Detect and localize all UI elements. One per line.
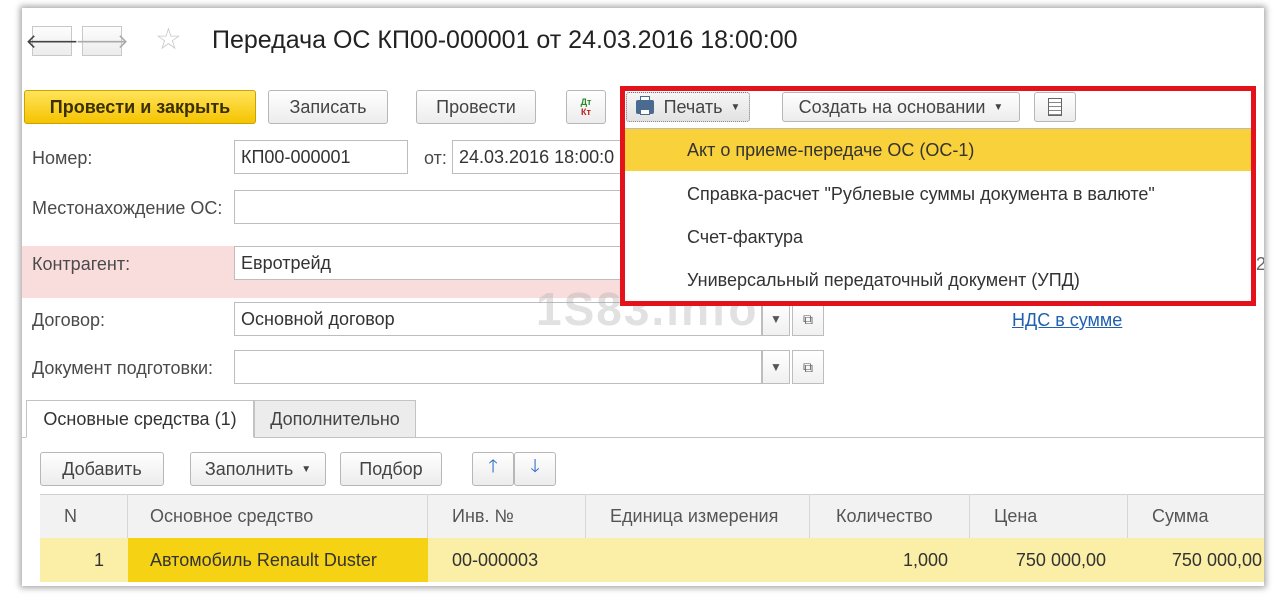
counterparty-field[interactable]: Евротрейд bbox=[234, 246, 634, 280]
number-field[interactable]: КП00-000001 bbox=[234, 140, 408, 174]
prep-doc-dropdown-button[interactable]: ▼ bbox=[762, 350, 790, 384]
row-price[interactable]: 750 000,00 bbox=[970, 538, 1128, 582]
open-form-icon: ⧉ bbox=[803, 358, 813, 375]
date-label: от: bbox=[424, 148, 447, 168]
arrow-up-icon: 🡑 bbox=[488, 456, 498, 476]
create-based-on-button[interactable]: Создать на основании ▼ bbox=[782, 92, 1020, 122]
contract-dropdown-button[interactable]: ▼ bbox=[762, 302, 790, 336]
print-label: Печать bbox=[663, 96, 723, 117]
location-label: Местонахождение ОС: bbox=[32, 198, 223, 218]
chevron-down-icon: ▼ bbox=[730, 101, 741, 113]
window-title: Передача ОС КП00-000001 от 24.03.2016 18… bbox=[212, 26, 798, 54]
row-inv-no[interactable]: 00-000003 bbox=[428, 538, 586, 582]
report-button[interactable] bbox=[1034, 92, 1076, 122]
prep-doc-open-button[interactable]: ⧉ bbox=[792, 350, 824, 384]
create-based-on-label: Создать на основании bbox=[798, 96, 986, 117]
number-label: Номер: bbox=[32, 148, 93, 168]
fill-button[interactable]: Заполнить ▼ bbox=[190, 452, 326, 486]
arrow-down-icon: 🡓 bbox=[530, 456, 540, 476]
back-button[interactable]: 🡐 bbox=[25, 26, 79, 56]
tab-additional[interactable]: Дополнительно bbox=[254, 400, 416, 438]
add-button[interactable]: Добавить bbox=[40, 452, 164, 486]
column-header-n[interactable]: N bbox=[40, 494, 128, 538]
print-button[interactable]: Печать ▼ bbox=[626, 92, 750, 122]
print-dropdown-menu: Акт о приеме-передаче ОС (ОС-1) Справка-… bbox=[620, 128, 1256, 304]
arrow-right-icon: 🡒 bbox=[75, 30, 129, 53]
counterparty-label: Контрагент: bbox=[32, 254, 131, 274]
printer-icon bbox=[635, 96, 654, 115]
date-field[interactable]: 24.03.2016 18:00:0 bbox=[452, 140, 632, 174]
column-header-quantity[interactable]: Количество bbox=[810, 494, 970, 538]
open-form-icon: ⧉ bbox=[803, 310, 813, 327]
cut-off-text: 2 bbox=[1256, 254, 1264, 274]
fill-label: Заполнить bbox=[204, 458, 294, 479]
arrow-left-icon: 🡐 bbox=[25, 30, 79, 53]
chevron-down-icon: ▼ bbox=[770, 312, 782, 326]
favorite-star-icon[interactable]: ☆ bbox=[155, 22, 182, 57]
move-down-button[interactable]: 🡓 bbox=[514, 452, 556, 486]
contract-open-button[interactable]: ⧉ bbox=[792, 302, 824, 336]
location-field[interactable] bbox=[234, 190, 634, 224]
move-up-button[interactable]: 🡑 bbox=[472, 452, 514, 486]
dt-kt-button[interactable]: Дт Кт bbox=[566, 90, 606, 124]
post-and-close-button[interactable]: Провести и закрыть bbox=[24, 90, 256, 124]
forward-button[interactable]: 🡒 bbox=[75, 26, 129, 56]
column-header-inv-no[interactable]: Инв. № bbox=[428, 494, 586, 538]
report-icon bbox=[1048, 98, 1062, 116]
row-sum[interactable]: 750 000,00 bbox=[1128, 538, 1264, 582]
row-quantity[interactable]: 1,000 bbox=[810, 538, 970, 582]
chevron-down-icon: ▼ bbox=[770, 360, 782, 374]
prep-doc-field[interactable] bbox=[234, 350, 762, 384]
document-window: 🡐 🡒 ☆ Передача ОС КП00-000001 от 24.03.2… bbox=[22, 8, 1264, 586]
row-asset[interactable]: Автомобиль Renault Duster bbox=[128, 538, 428, 582]
row-number: 1 bbox=[93, 549, 104, 570]
column-header-price[interactable]: Цена bbox=[970, 494, 1128, 538]
chevron-down-icon: ▼ bbox=[301, 463, 312, 475]
menu-item-ruble-sums-calc[interactable]: Справка-расчет "Рублевые суммы документа… bbox=[621, 173, 1253, 215]
kt-label: Кт bbox=[581, 107, 591, 117]
prep-doc-label: Документ подготовки: bbox=[32, 358, 214, 378]
menu-item-os1-act[interactable]: Акт о приеме-передаче ОС (ОС-1) bbox=[621, 129, 1253, 171]
post-button[interactable]: Провести bbox=[416, 90, 536, 124]
menu-item-invoice[interactable]: Счет-фактура bbox=[621, 216, 1253, 258]
save-button[interactable]: Записать bbox=[268, 90, 388, 124]
menu-item-upd[interactable]: Универсальный передаточный документ (УПД… bbox=[621, 259, 1253, 301]
vat-in-sum-link[interactable]: НДС в сумме bbox=[1012, 310, 1122, 331]
contract-label: Договор: bbox=[32, 310, 105, 330]
row-unit[interactable] bbox=[586, 538, 810, 582]
dt-label: Дт bbox=[580, 97, 592, 107]
select-button[interactable]: Подбор bbox=[340, 452, 442, 486]
chevron-down-icon: ▼ bbox=[993, 101, 1004, 113]
tab-fixed-assets[interactable]: Основные средства (1) bbox=[26, 400, 254, 438]
column-header-asset[interactable]: Основное средство bbox=[128, 494, 428, 538]
dt-kt-icon: Дт Кт bbox=[581, 97, 592, 117]
column-header-unit[interactable]: Единица измерения bbox=[586, 494, 810, 538]
column-header-sum[interactable]: Сумма bbox=[1128, 494, 1264, 538]
